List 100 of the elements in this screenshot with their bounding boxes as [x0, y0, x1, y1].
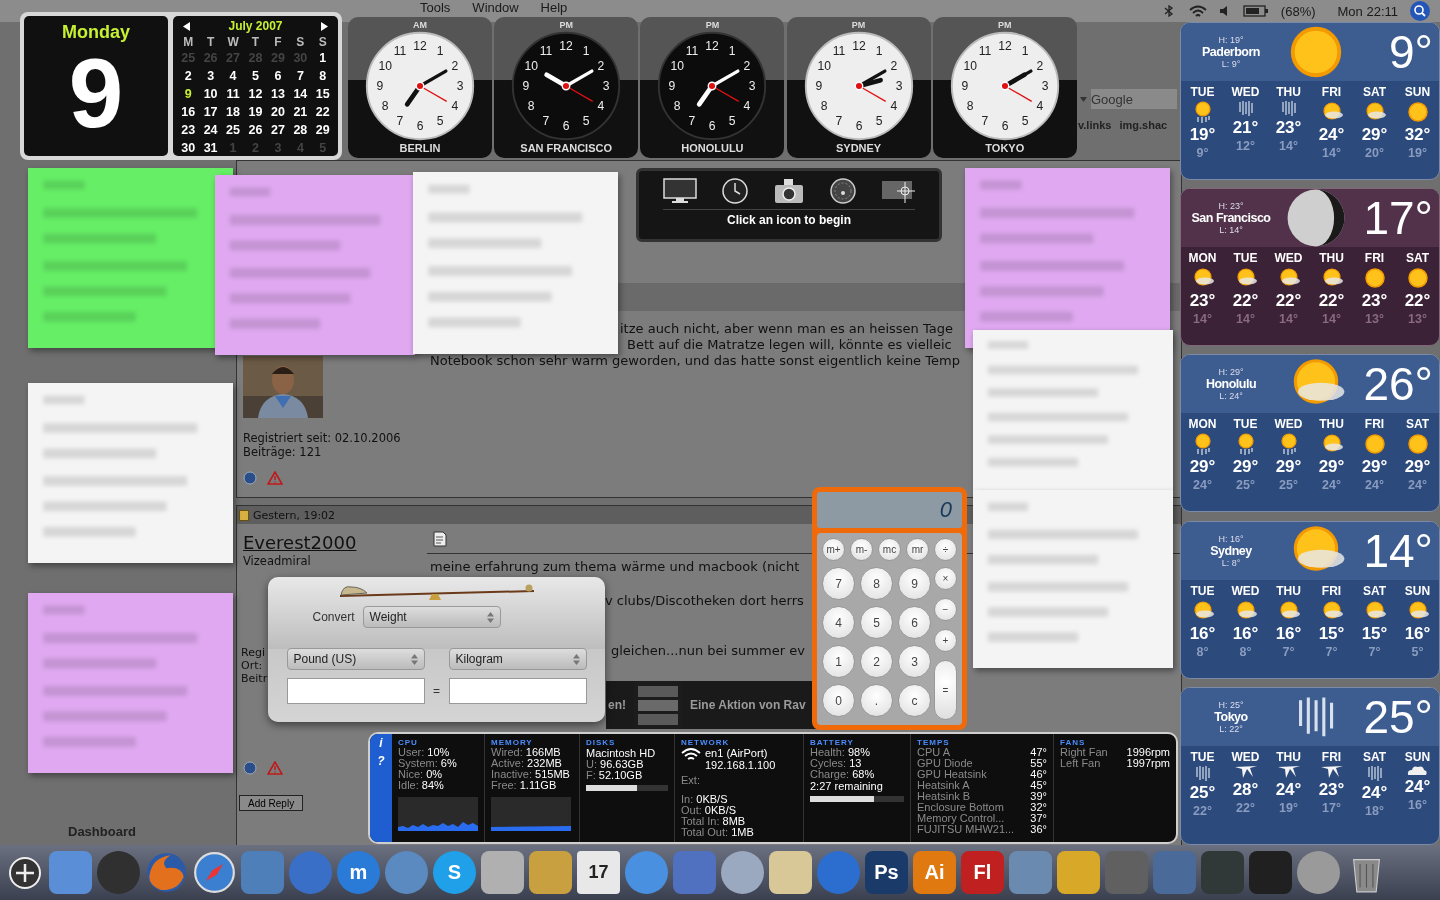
calendar-day[interactable]: 26 [244, 122, 267, 139]
app-icon[interactable] [721, 851, 764, 894]
search-field[interactable]: Google [1091, 89, 1177, 109]
weather-widget[interactable]: H: 23° San Francisco L: 14° 17° MON 23° 14° TUE 22° 14° WED 22° 14° THU 22° 14° FRI 23° 13° SAT 22° 13° [1180, 188, 1440, 347]
calendar-icon[interactable]: 17 [577, 851, 620, 894]
calculator-key[interactable]: 0 [822, 684, 855, 717]
info-button[interactable]: i [379, 736, 383, 750]
calculator-key[interactable]: c [898, 684, 931, 717]
calendar-day[interactable]: 5 [244, 68, 267, 85]
calendar-day[interactable]: 9 [177, 86, 200, 103]
calendar-day[interactable]: 17 [199, 104, 222, 121]
add-reply-button[interactable]: Add Reply [239, 795, 304, 811]
calendar-day[interactable]: 8 [311, 68, 334, 85]
calendar-day[interactable]: 12 [244, 86, 267, 103]
calendar-day[interactable]: 15 [311, 86, 334, 103]
app-icon[interactable] [481, 851, 524, 894]
add-widget-button[interactable] [8, 855, 42, 890]
warning-icon[interactable] [267, 471, 283, 485]
calendar-day[interactable]: 13 [266, 86, 290, 103]
calendar-day[interactable]: 20 [266, 104, 290, 121]
calculator-key[interactable]: 5 [860, 606, 893, 639]
help-button[interactable]: ? [377, 754, 385, 768]
calculator-key[interactable]: 6 [898, 606, 931, 639]
operator-key[interactable]: = [934, 660, 957, 720]
calendar-day[interactable]: 27 [266, 122, 290, 139]
calculator-key[interactable]: 9 [898, 567, 931, 600]
globe-icon[interactable] [243, 471, 257, 485]
wifi-icon[interactable] [1188, 4, 1207, 18]
battery-percent[interactable]: (68%) [1280, 3, 1316, 19]
app-icon[interactable] [1297, 851, 1340, 894]
battery-icon[interactable] [1242, 5, 1269, 17]
calculator-key[interactable]: . [860, 684, 893, 717]
app-icon[interactable] [1057, 851, 1100, 894]
app-icon[interactable] [1249, 851, 1292, 894]
calculator-key[interactable]: 8 [860, 567, 893, 600]
operator-key[interactable]: + [934, 629, 957, 652]
weather-widget[interactable]: H: 25° Tokyo L: 22° 25° TUE 25° 22° WED 28° 22° THU 24° 19° FRI 23° 17° SAT 24° 18° SUN 24° 16° [1180, 686, 1440, 845]
globe-icon[interactable] [243, 761, 257, 775]
calculator-key[interactable]: 4 [822, 606, 855, 639]
calendar-day[interactable]: 7 [289, 68, 312, 85]
app-icon[interactable] [769, 851, 812, 894]
dropdown-icon[interactable] [1080, 96, 1087, 102]
crosshair-icon[interactable] [881, 178, 915, 204]
calendar-day[interactable]: 11 [221, 86, 245, 103]
menu-item[interactable]: Window [472, 1, 519, 15]
app-icon[interactable] [817, 851, 860, 894]
calendar-day[interactable]: 1 [311, 50, 334, 67]
app-icon[interactable] [97, 851, 140, 894]
to-unit-dropdown[interactable]: Kilogram [448, 648, 587, 670]
calendar-day[interactable]: 6 [266, 68, 290, 85]
clock-icon[interactable] [721, 177, 749, 205]
weather-widget[interactable]: H: 19° Paderborn L: 9° 9° TUE 19° 9° WED 21° 12° THU 23° 14° FRI 24° 14° SAT 29° 20° SUN 32° 19° [1180, 22, 1440, 180]
calculator-key[interactable]: 7 [822, 567, 855, 600]
calendar-day[interactable]: 19 [244, 104, 267, 121]
calculator-key[interactable]: 3 [898, 645, 931, 678]
app-icon[interactable] [289, 851, 332, 894]
memory-key[interactable]: m+ [822, 538, 845, 561]
calendar-day[interactable]: 22 [311, 104, 334, 121]
app-icon[interactable]: Ps [865, 851, 908, 894]
author-link[interactable]: Everest2000 [243, 532, 357, 553]
app-icon[interactable]: m [337, 851, 380, 894]
next-month-icon[interactable] [320, 21, 328, 31]
calendar-day[interactable]: 25 [221, 122, 245, 139]
calendar-day[interactable]: 21 [289, 104, 312, 121]
to-value-field[interactable] [448, 678, 587, 704]
memory-key[interactable]: mc [878, 538, 901, 561]
memory-key[interactable]: mr [906, 538, 929, 561]
calendar-day[interactable]: 23 [177, 122, 200, 139]
calendar-day[interactable]: 2 [177, 68, 200, 85]
from-value-field[interactable] [286, 678, 425, 704]
app-icon[interactable] [529, 851, 572, 894]
app-icon[interactable] [625, 851, 668, 894]
app-icon[interactable] [49, 851, 92, 894]
menu-clock[interactable]: Mon 22:11 [1337, 3, 1398, 19]
app-icon[interactable] [385, 851, 428, 894]
type-dropdown[interactable]: Weight [362, 606, 501, 628]
menu-item[interactable]: Tools [420, 1, 451, 15]
operator-key[interactable]: × [934, 567, 957, 590]
from-unit-dropdown[interactable]: Pound (US) [286, 648, 425, 670]
calendar-day[interactable]: 3 [199, 68, 222, 85]
compass-icon[interactable] [193, 851, 236, 894]
sticky-note[interactable] [965, 168, 1170, 348]
calendar-day[interactable]: 31 [199, 140, 222, 157]
operator-key[interactable]: ÷ [934, 538, 957, 561]
monitor-icon[interactable] [663, 178, 697, 204]
calendar-day[interactable]: 14 [289, 86, 312, 103]
weather-widget[interactable]: H: 16° Sydney L: 8° 14° TUE 16° 8° WED 16° 8° THU 16° 7° FRI 15° 7° SAT 15° 7° SUN 16° 5° [1180, 520, 1440, 679]
calendar-day[interactable]: 16 [177, 104, 200, 121]
globe-icon[interactable] [145, 851, 188, 894]
calendar-day[interactable]: 24 [199, 122, 222, 139]
search-icon[interactable] [1410, 1, 1430, 21]
calculator-key[interactable]: 1 [822, 645, 855, 678]
camera-icon[interactable] [773, 177, 805, 205]
calendar-day[interactable]: 18 [221, 104, 245, 121]
calendar-day[interactable]: 4 [221, 68, 245, 85]
calendar-day[interactable]: 10 [199, 86, 222, 103]
memory-key[interactable]: m- [850, 538, 873, 561]
calendar-day[interactable]: 30 [177, 140, 200, 157]
calendar-day[interactable]: 28 [289, 122, 312, 139]
app-icon[interactable]: Fl [961, 851, 1004, 894]
